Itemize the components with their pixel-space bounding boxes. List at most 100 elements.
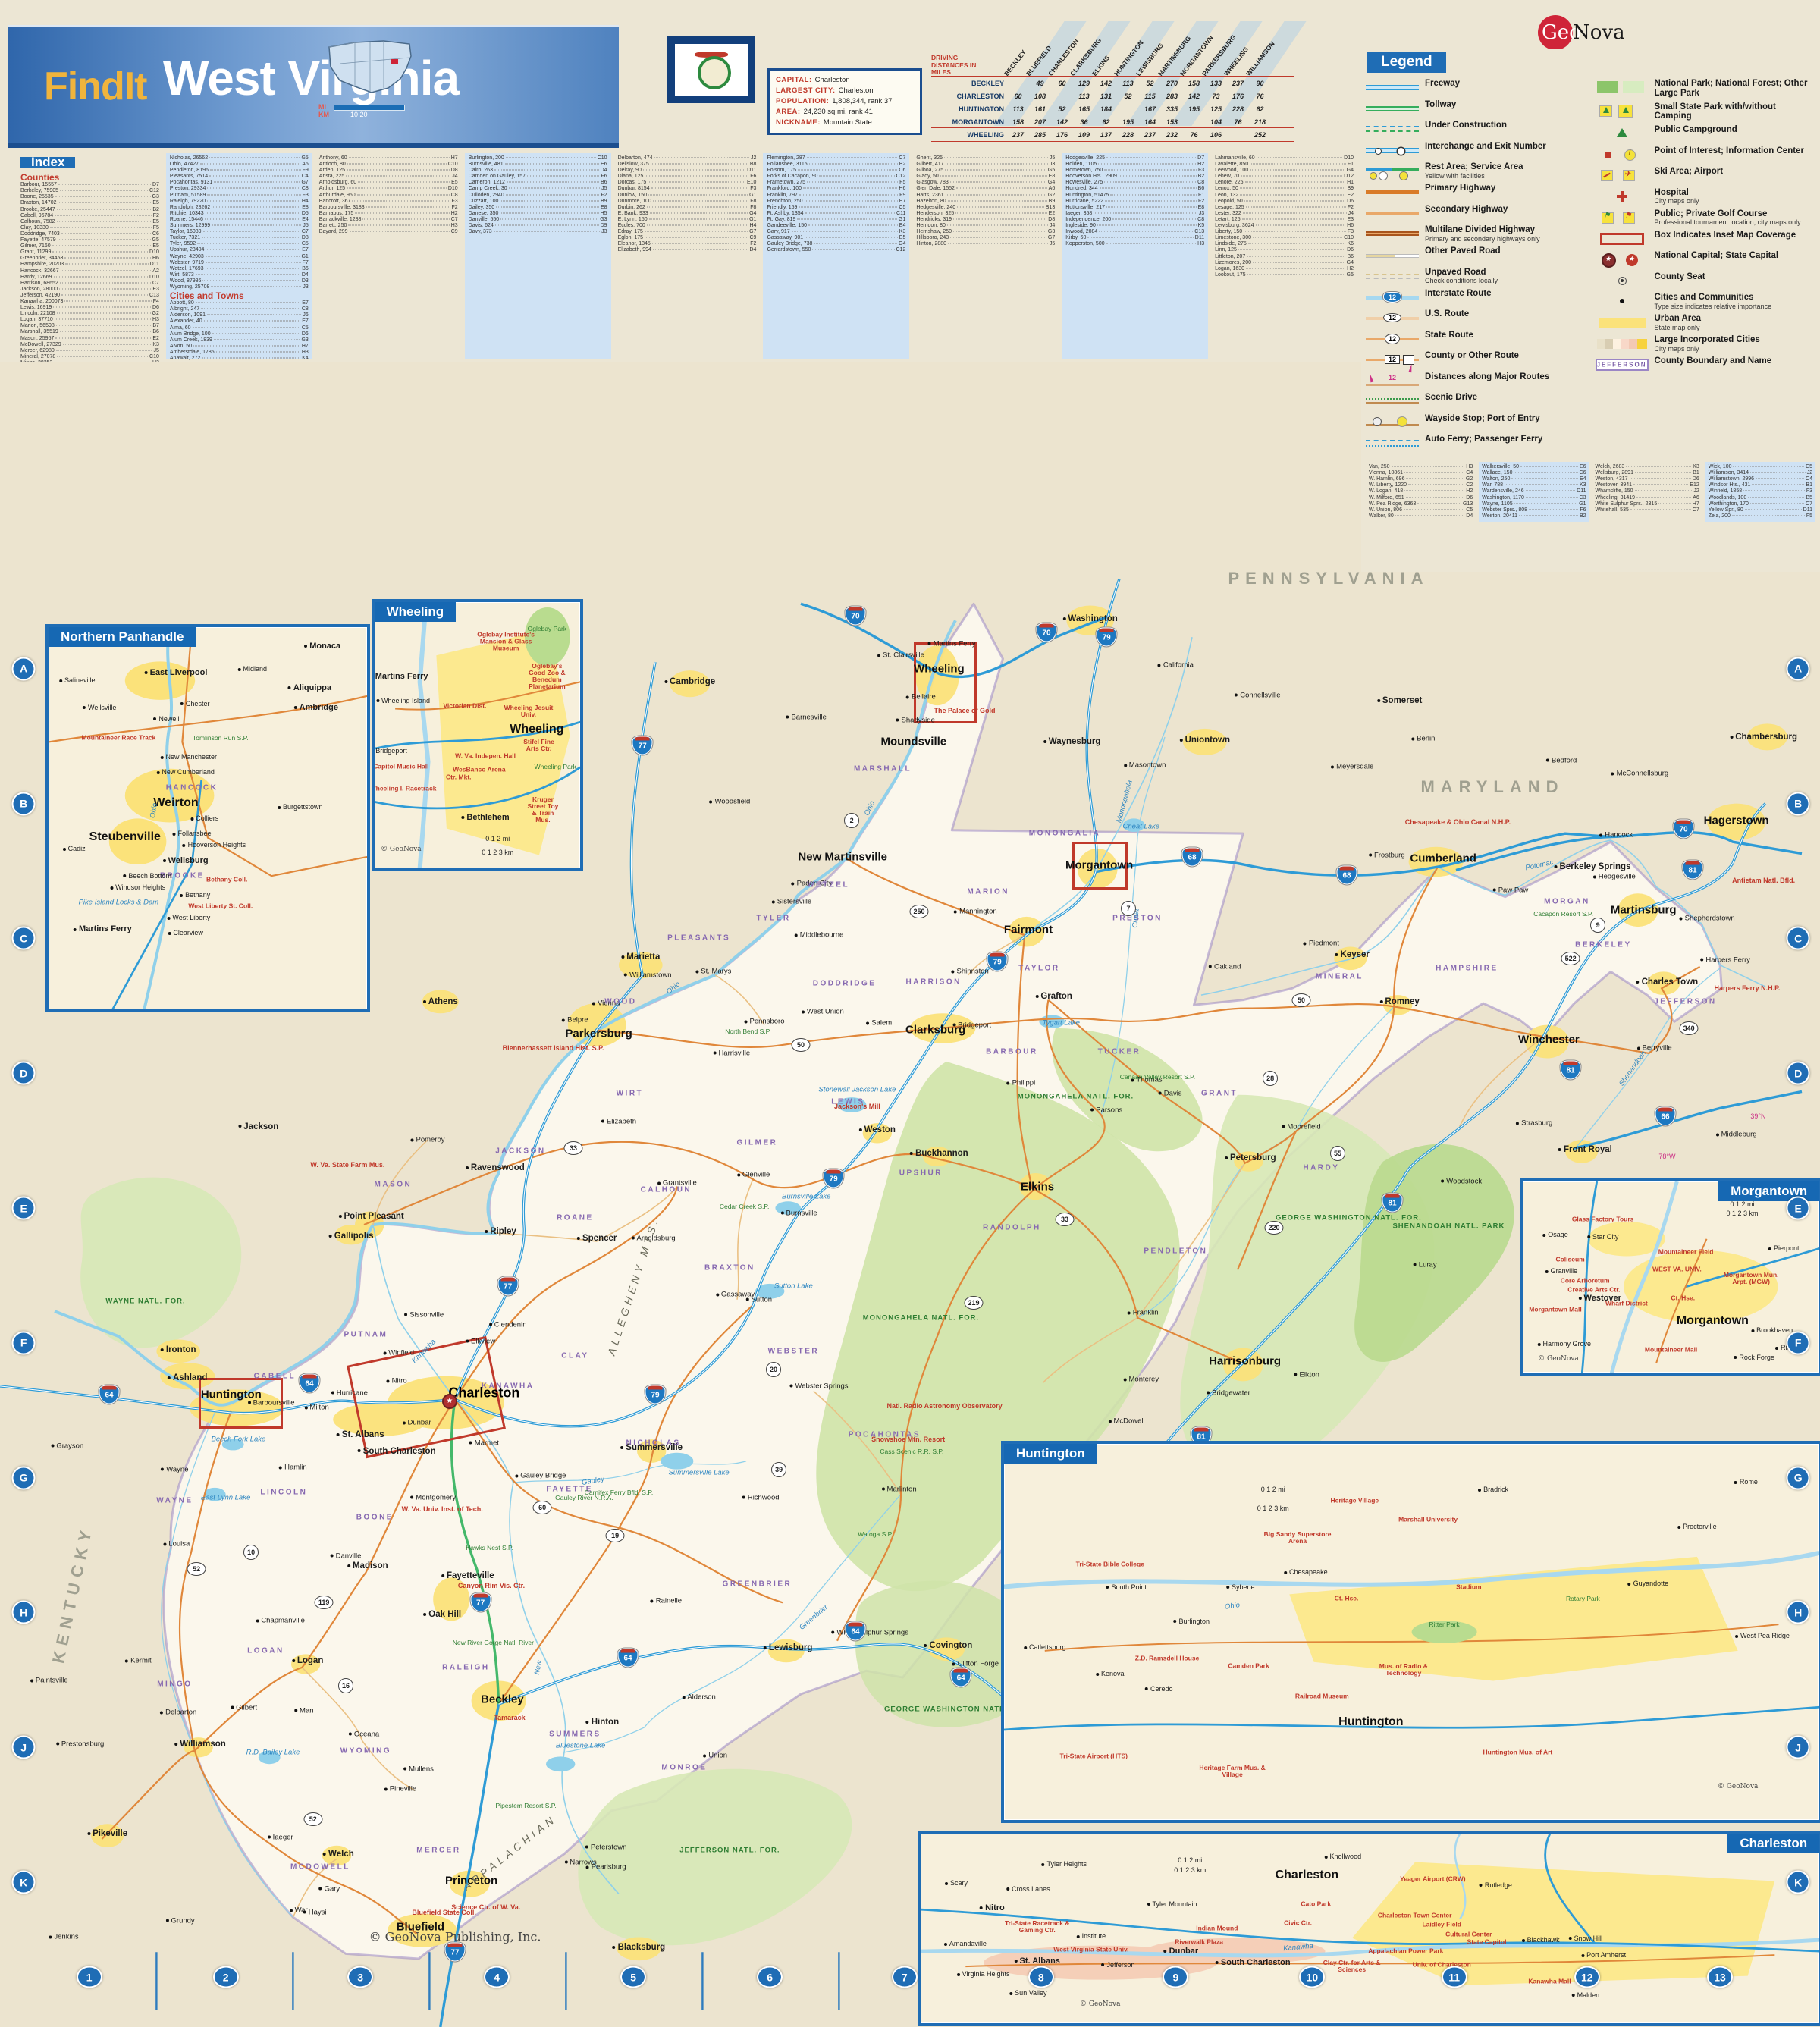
map-label: MORGAN bbox=[1544, 897, 1590, 906]
map-label: Cass Scenic R.R. S.P. bbox=[880, 1447, 944, 1455]
index-entry: Huttonsville, 217 E8 bbox=[1065, 204, 1205, 210]
map-label: Dunbar bbox=[403, 1419, 431, 1427]
map-label: Martins Ferry bbox=[928, 639, 976, 648]
grid-row-letter: A bbox=[1786, 657, 1810, 681]
index-entry: Glasgow, 783 G4 bbox=[916, 180, 1056, 186]
map-label: GEORGE WASHINGTON NATL. FOR. bbox=[1275, 1213, 1422, 1222]
index-entry: Cameron, 1212 B6 bbox=[468, 180, 607, 186]
map-label: Antietam Natl. Bfld. bbox=[1732, 876, 1796, 884]
map-label: Elkview bbox=[466, 1337, 495, 1345]
legend-item: Urban Area State map only bbox=[1596, 314, 1816, 331]
state-map[interactable]: Wheeling Martins Ferry Bellaire Shadyside Mo… bbox=[0, 362, 1820, 2027]
inset-label: Ct. Hse. bbox=[1671, 1294, 1696, 1302]
index-entry: Hedgesville, 240 B13 bbox=[916, 204, 1056, 210]
index-entry: Hampshire, 20203 D11 bbox=[20, 262, 159, 268]
inset-label: Ct. Hse. bbox=[1334, 1594, 1359, 1602]
inset-label: Amandaville bbox=[944, 1940, 987, 1947]
grid-row-letter: A bbox=[11, 657, 36, 681]
inset-label: Appalachian Power Park bbox=[1368, 1947, 1444, 1955]
legend-swatch-icon bbox=[1596, 209, 1649, 226]
index-entry: Pleasants, 7514 C4 bbox=[169, 174, 309, 180]
map-label: Davis bbox=[1159, 1089, 1182, 1097]
index-column: Burlington, 200 C10 Burnsville, 481 E6 Cairo… bbox=[464, 153, 611, 359]
grid-row-letter: K bbox=[11, 1870, 36, 1894]
map-label: MONONGAHELA NATL. FOR. bbox=[862, 1313, 980, 1323]
index-entry: Abbott, 80 E7 bbox=[169, 300, 309, 306]
legend-swatch-icon bbox=[1596, 231, 1649, 247]
index-entry: Frankford, 100 H6 bbox=[767, 186, 906, 192]
map-label: Fayetteville bbox=[441, 1571, 494, 1580]
map-label: KANAWHA bbox=[481, 1382, 535, 1391]
route-shield-icon: 50 bbox=[1291, 993, 1311, 1007]
inset-label: Coliseum bbox=[1555, 1255, 1585, 1263]
index-entry: Delbarton, 474 J2 bbox=[617, 155, 757, 161]
map-label: Marmet bbox=[469, 1439, 499, 1447]
map-sheet: FindIt West Virginia MI KM 10 20 CAPITAL:… bbox=[0, 0, 1820, 2027]
inset-wheeling[interactable]: Wheeling Oglebay Park Oglebay Institute's… bbox=[371, 598, 583, 871]
index-entry: Ritchie, 10343 D5 bbox=[169, 210, 309, 216]
inset-northern-panhandle[interactable]: Northern Panhandle East Liverpool Monaca M… bbox=[46, 623, 370, 1013]
map-label: Grayson bbox=[51, 1442, 83, 1450]
map-label: Sutton Lake bbox=[774, 1282, 813, 1291]
index-entry: Windsor Hts., 431 B1 bbox=[1708, 482, 1812, 488]
grid-row-letter: D bbox=[1786, 1061, 1810, 1085]
map-label: Keyser bbox=[1335, 950, 1370, 959]
map-label: Morgantown bbox=[1065, 858, 1134, 872]
index-entry: Wallace, 150 C6 bbox=[1482, 469, 1586, 475]
map-label: Nitro bbox=[387, 1377, 407, 1385]
inset-label: © GeoNova bbox=[1538, 1355, 1579, 1363]
route-shield-icon: 55 bbox=[1330, 1145, 1345, 1161]
map-label: ★ bbox=[441, 1393, 457, 1409]
map-label: Marlinton bbox=[882, 1486, 917, 1494]
inset-label: Martins Ferry bbox=[375, 672, 428, 681]
index-entry: Barnabus, 175 H2 bbox=[318, 210, 458, 216]
map-label: Hurricane bbox=[331, 1388, 368, 1397]
index-entry: Hazelton, 80 B9 bbox=[916, 198, 1056, 204]
index-entry: Gassaway, 901 E5 bbox=[767, 235, 906, 241]
legend-swatch-icon bbox=[1366, 162, 1419, 180]
index-entry: Gerrardstown, 550 C12 bbox=[767, 247, 906, 253]
inset-label: Martins Ferry bbox=[74, 924, 132, 933]
map-label: Science Ctr. of W. Va. bbox=[451, 1903, 521, 1911]
inset-label: Harmony Grove bbox=[1538, 1340, 1592, 1348]
index-entry: Bancroft, 367 F3 bbox=[318, 198, 458, 204]
inset-label: Proctorville bbox=[1677, 1523, 1717, 1530]
inset-label: Blackhawk bbox=[1522, 1936, 1560, 1944]
index-entry: Kopperston, 500 H3 bbox=[1065, 241, 1205, 247]
map-label: Strasburg bbox=[1516, 1119, 1552, 1128]
inset-morgantown[interactable]: Morgantown Osage Glass Factory Tours Star … bbox=[1520, 1178, 1820, 1376]
route-shield-icon: 20 bbox=[766, 1361, 781, 1377]
index-entry: Dailey, 350 E8 bbox=[468, 204, 607, 210]
inset-label: Knollwood bbox=[1325, 1853, 1362, 1860]
inset-huntington[interactable]: Huntington Bradrick Rome Proctorville Herit… bbox=[1001, 1441, 1820, 1824]
index-entry: Lincoln, 22108 G2 bbox=[20, 311, 159, 317]
map-label: Cumberland bbox=[1410, 852, 1476, 865]
table-row: WHEELING 237 285 176 109 137 228 237 232 76 106 25… bbox=[931, 127, 1294, 142]
inset-charleston[interactable]: Charleston Tyler Heights Cross Lanes Scary… bbox=[917, 1830, 1820, 2027]
map-label: Monterey bbox=[1123, 1376, 1159, 1384]
map-label: South Charleston bbox=[358, 1447, 436, 1456]
map-label: Canyon Rim Vis. Ctr. bbox=[457, 1582, 526, 1590]
inset-label: Riverwalk Plaza bbox=[1175, 1938, 1224, 1946]
inset-label: 0 1 2 3 km bbox=[1257, 1504, 1289, 1512]
map-label: New River Gorge Natl. River bbox=[452, 1638, 535, 1646]
map-label: Louisa bbox=[163, 1540, 190, 1548]
index-entry: Alvon, 50 H7 bbox=[169, 343, 309, 349]
inset-label: Granville bbox=[1545, 1267, 1578, 1275]
map-label: Winfield bbox=[383, 1349, 414, 1357]
inset-label: Aliquippa bbox=[288, 683, 331, 692]
index-column: Nicholas, 26562 G5 Ohio, 47427 A6 Pendleton,… bbox=[165, 153, 312, 379]
index-entry: Arthur, 125 D10 bbox=[318, 186, 458, 192]
inset-label: Stadium bbox=[1456, 1583, 1482, 1591]
inset-label: Charleston Town Center bbox=[1377, 1911, 1452, 1919]
index-entry: Calhoun, 7582 E5 bbox=[20, 218, 159, 224]
index-entry: Eleanor, 1345 F2 bbox=[617, 241, 757, 247]
inset-label: Kanawha Mall bbox=[1528, 1977, 1571, 1985]
inset-label: Railroad Museum bbox=[1294, 1692, 1349, 1700]
index-entry: Wayne, 42903 G1 bbox=[169, 253, 309, 259]
legend-swatch-icon: 12 bbox=[1366, 289, 1419, 306]
index-entry: Taylor, 16089 C7 bbox=[169, 229, 309, 235]
index-entry: Jefferson, 42190 C13 bbox=[20, 292, 159, 298]
index-entry: Randolph, 28262 E8 bbox=[169, 204, 309, 210]
map-label: Waynesburg bbox=[1043, 737, 1101, 746]
